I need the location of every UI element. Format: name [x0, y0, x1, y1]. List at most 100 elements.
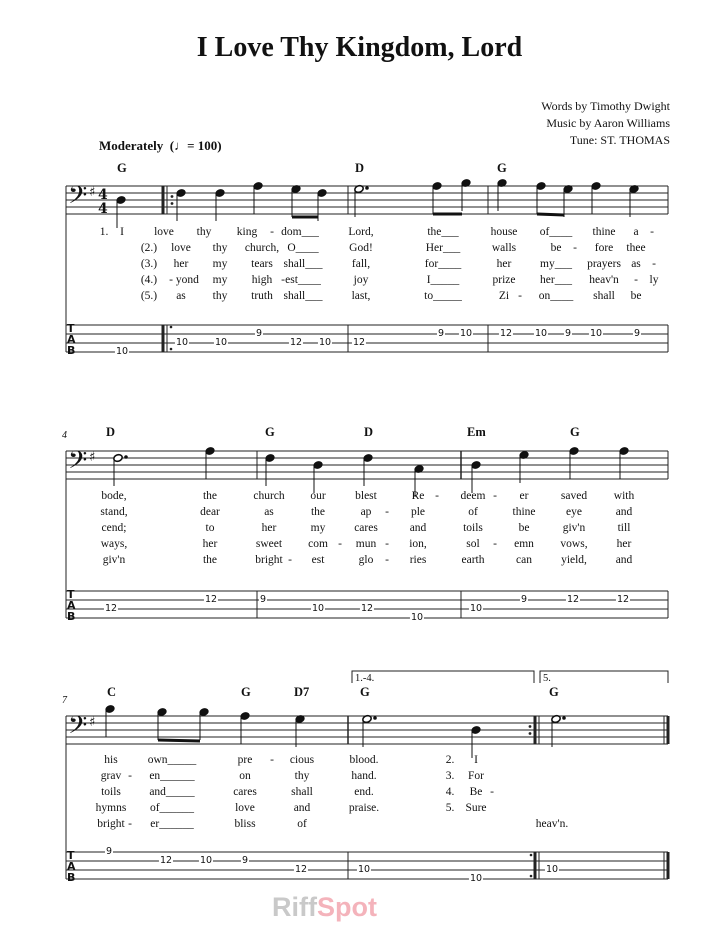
lyric-syllable: shall___: [283, 258, 323, 270]
lyric-syllable: -: [573, 242, 577, 254]
volta-bracket-2: [539, 670, 669, 683]
lyric-syllable: heav'n.: [535, 818, 569, 830]
tab-fret-number: 10: [356, 864, 372, 875]
riffspot-logo: RiffSpot: [272, 892, 377, 922]
lyric-syllable: For: [468, 770, 484, 782]
lyric-syllable: dom___: [281, 226, 319, 238]
lyric-syllable: er______: [150, 818, 194, 830]
tab-fret-number: 10: [114, 346, 130, 357]
lyric-syllable: ap: [360, 506, 372, 518]
lyric-syllable: est: [311, 554, 325, 566]
lyric-syllable: shall___: [283, 290, 323, 302]
lyric-syllable: with: [613, 490, 635, 502]
tab-fret-number: 12: [359, 603, 375, 614]
bass-clef-icon: 𝄢: [68, 446, 87, 481]
chord-symbol: G: [265, 425, 275, 439]
lyric-syllable: mun: [355, 538, 377, 550]
tab-fret-number: 12: [351, 337, 367, 348]
lyric-syllable: (2.): [140, 242, 158, 254]
tab-fret-number: 10: [468, 873, 484, 884]
sharp-icon: ♯: [89, 715, 95, 730]
tab-fret-number: 12: [293, 864, 309, 875]
lyric-syllable: to_____: [424, 290, 462, 302]
lyric-syllable: toils: [463, 522, 483, 534]
lyric-syllable: of______: [149, 802, 195, 814]
lyric-syllable: a: [633, 226, 639, 238]
lyric-syllable: sol: [466, 538, 480, 550]
tab-fret-number: 10: [533, 328, 549, 339]
tab-fret-number: 10: [458, 328, 474, 339]
tab-fret-number: 10: [588, 328, 604, 339]
lyric-syllable: -: [385, 506, 389, 518]
lyric-syllable: last,: [351, 290, 371, 302]
lyric-syllable: prize: [492, 274, 516, 286]
lyric-syllable: 4.: [445, 786, 455, 798]
lyric-syllable: Lord,: [348, 226, 374, 238]
dot: [562, 716, 566, 720]
lyric-syllable: O____: [287, 242, 319, 254]
lyric-syllable: bliss: [234, 818, 256, 830]
volta-bracket-1: [351, 670, 535, 683]
lyric-syllable: her: [616, 538, 632, 550]
lyric-syllable: -: [634, 274, 638, 286]
lyric-syllable: and_____: [149, 786, 195, 798]
tab-fret-number: 10: [213, 337, 229, 348]
lyric-syllable: own_____: [147, 754, 197, 766]
lyric-syllable: my: [212, 258, 228, 270]
chord-symbol: G: [497, 161, 507, 175]
lyric-syllable: her: [496, 258, 512, 270]
lyric-syllable: hymns: [95, 802, 127, 814]
lyric-syllable: yield,: [561, 554, 587, 566]
lyric-syllable: truth: [251, 290, 273, 302]
lyric-syllable: -: [493, 490, 497, 502]
tab-fret-number: 12: [158, 855, 174, 866]
lyric-syllable: the: [202, 554, 218, 566]
lyric-syllable: -: [385, 554, 389, 566]
lyric-syllable: church,: [244, 242, 280, 254]
lyric-syllable: as: [264, 506, 274, 518]
lyric-syllable: her: [173, 258, 189, 270]
lyric-syllable: deem: [460, 490, 486, 502]
chord-symbol: D: [106, 425, 116, 439]
lyric-syllable: com: [308, 538, 328, 550]
lyric-syllable: bright: [97, 818, 125, 830]
lyric-syllable: love: [171, 242, 191, 254]
lyric-syllable: bode,: [101, 490, 127, 502]
lyric-syllable: my: [310, 522, 326, 534]
lyric-syllable: her: [202, 538, 218, 550]
lyric-syllable: prayers: [587, 258, 621, 270]
chord-symbol: D7: [294, 685, 310, 699]
lyric-syllable: her___: [540, 274, 572, 286]
volta-label: 1.-4.: [355, 673, 375, 684]
lyric-syllable: -: [270, 226, 274, 238]
lyric-syllable: be: [550, 242, 562, 254]
lyric-syllable: grav: [100, 770, 122, 782]
lyric-syllable: cend;: [101, 522, 127, 534]
lyric-syllable: his: [104, 754, 118, 766]
tab-fret-number: 10: [544, 864, 560, 875]
lyric-syllable: glo: [358, 554, 374, 566]
chord-symbol: G: [570, 425, 580, 439]
lyric-syllable: fore: [594, 242, 614, 254]
lyric-syllable: Zi: [498, 290, 510, 302]
lyric-syllable: hand.: [351, 770, 377, 782]
lyric-syllable: and: [615, 554, 633, 566]
lyric-syllable: Her___: [425, 242, 461, 254]
chord-symbol: G: [117, 161, 127, 175]
tab-fret-number: 10: [310, 603, 326, 614]
lyric-syllable: thee: [626, 242, 646, 254]
lyric-syllable: -: [270, 754, 274, 766]
chord-symbol: D: [355, 161, 365, 175]
lyric-syllable: tears: [251, 258, 273, 270]
tab-fret-number: 10: [198, 855, 214, 866]
lyric-syllable: Sure: [465, 802, 487, 814]
lyric-syllable: pre: [237, 754, 253, 766]
lyric-syllable: of: [468, 506, 478, 518]
lyric-syllable: till: [617, 522, 631, 534]
lyric-syllable: -: [128, 770, 132, 782]
tab-label-b: B: [67, 610, 75, 623]
lyric-syllable: my___: [540, 258, 572, 270]
lyric-syllable: sweet: [255, 538, 283, 550]
tab-fret-number: 9: [258, 594, 268, 605]
lyric-syllable: walls: [491, 242, 517, 254]
